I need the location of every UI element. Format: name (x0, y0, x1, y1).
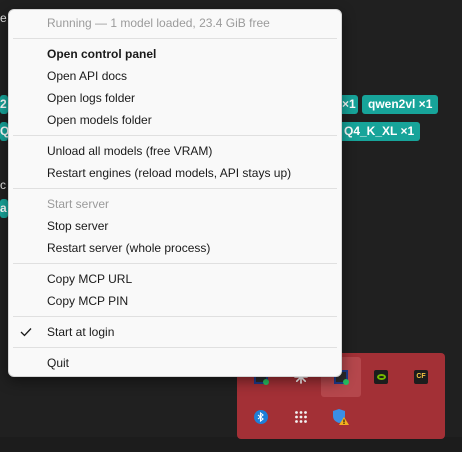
model-chip: Q4_K_XL ×1 (336, 122, 421, 141)
server-status-text: Running — 1 model loaded, 23.4 GiB free (47, 16, 270, 30)
model-chip: a (0, 199, 8, 218)
start-at-login-item[interactable]: Start at login (9, 321, 341, 343)
start-at-login-label: Start at login (47, 325, 115, 339)
cf-icon[interactable]: CF (401, 357, 441, 397)
model-chip: Q4 (0, 122, 8, 141)
taskbar (0, 437, 462, 452)
checkmark-icon (20, 328, 32, 337)
menu-separator (13, 135, 337, 136)
bluetooth-icon[interactable] (241, 397, 281, 437)
copy-mcp-url-item[interactable]: Copy MCP URL (9, 268, 341, 290)
menu-separator (13, 188, 337, 189)
background-text: e (0, 11, 7, 25)
menu-separator (13, 316, 337, 317)
open-logs-folder-item[interactable]: Open logs folder (9, 87, 341, 109)
menu-separator (13, 347, 337, 348)
background-text: c (0, 178, 6, 192)
stop-server-item[interactable]: Stop server (9, 215, 341, 237)
restart-server-item[interactable]: Restart server (whole process) (9, 237, 341, 259)
start-server-item: Start server (47, 197, 110, 211)
defender-warning-icon[interactable] (321, 397, 361, 437)
quit-item[interactable]: Quit (9, 352, 341, 374)
open-api-docs-item[interactable]: Open API docs (9, 65, 341, 87)
menu-separator (13, 263, 337, 264)
restart-engines-item[interactable]: Restart engines (reload models, API stay… (9, 162, 341, 184)
unload-all-models-item[interactable]: Unload all models (free VRAM) (9, 140, 341, 162)
nvidia-icon[interactable] (361, 357, 401, 397)
open-models-folder-item[interactable]: Open models folder (9, 109, 341, 131)
grid-dots-icon[interactable] (281, 397, 321, 437)
tray-context-menu: Running — 1 model loaded, 23.4 GiB free … (8, 9, 342, 377)
copy-mcp-pin-item[interactable]: Copy MCP PIN (9, 290, 341, 312)
open-control-panel-item[interactable]: Open control panel (9, 43, 341, 65)
menu-separator (13, 38, 337, 39)
model-chip: qwen2vl ×1 (362, 95, 439, 114)
model-chip: 2 s (0, 95, 8, 114)
